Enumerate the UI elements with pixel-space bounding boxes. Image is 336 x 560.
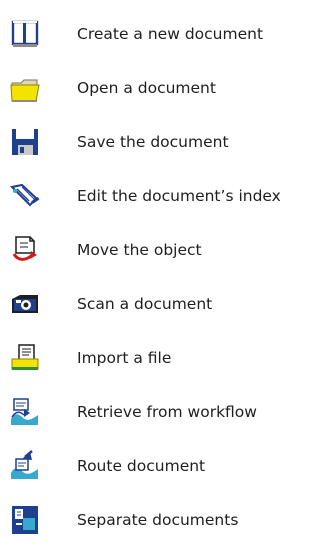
legend-item-scan-document: Scan a document <box>8 284 334 324</box>
legend-label: Move the object <box>77 241 202 259</box>
legend-label: Edit the document’s index <box>77 187 281 205</box>
scanner-icon <box>8 287 42 321</box>
legend-label: Separate documents <box>77 511 239 529</box>
floppy-disk-icon <box>8 125 42 159</box>
toolbar-icon-legend: Create a new document Open a document Sa… <box>0 0 336 560</box>
retrieve-workflow-icon <box>8 395 42 429</box>
legend-item-open-document: Open a document <box>8 68 334 108</box>
legend-label: Import a file <box>77 349 172 367</box>
legend-item-create-new-document: Create a new document <box>8 14 334 54</box>
separate-documents-icon <box>8 503 42 537</box>
legend-item-retrieve-from-workflow: Retrieve from workflow <box>8 392 334 432</box>
legend-label: Scan a document <box>77 295 213 313</box>
legend-label: Save the document <box>77 133 229 151</box>
edit-index-icon <box>8 179 42 213</box>
legend-item-import-file: Import a file <box>8 338 334 378</box>
legend-label: Create a new document <box>77 25 264 43</box>
legend-label: Route document <box>77 457 206 475</box>
move-object-icon <box>8 233 42 267</box>
legend-item-save-document: Save the document <box>8 122 334 162</box>
legend-item-edit-document-index: Edit the document’s index <box>8 176 334 216</box>
route-document-icon <box>8 449 42 483</box>
legend-item-separate-documents: Separate documents <box>8 500 334 540</box>
legend-label: Retrieve from workflow <box>77 403 257 421</box>
legend-label: Open a document <box>77 79 216 97</box>
new-document-icon <box>8 17 42 51</box>
open-folder-icon <box>8 71 42 105</box>
legend-item-move-object: Move the object <box>8 230 334 270</box>
import-file-icon <box>8 341 42 375</box>
legend-item-route-document: Route document <box>8 446 334 486</box>
